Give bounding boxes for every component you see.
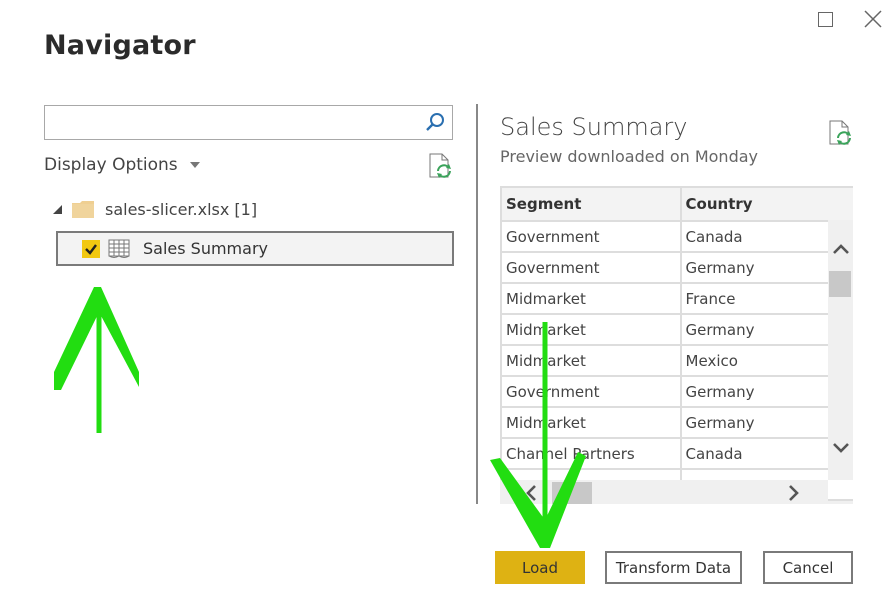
table-row: Government Germany (500, 376, 853, 408)
close-icon (864, 10, 882, 28)
display-options-label: Display Options (44, 155, 178, 175)
sales-summary-item[interactable]: Sales Summary (56, 231, 454, 266)
maximize-button[interactable] (818, 12, 833, 27)
column-header-country[interactable]: Country (680, 186, 853, 222)
horizontal-scrollbar[interactable] (500, 480, 828, 504)
cell-segment[interactable]: Midmarket (500, 345, 682, 377)
search-box (44, 105, 453, 140)
folder-icon (72, 201, 94, 218)
preview-table: Segment Country Government Canada Governme… (500, 186, 853, 504)
cell-segment[interactable]: Channel Partners (500, 438, 682, 470)
tree-root-label[interactable]: sales-slicer.xlsx [1] (105, 200, 257, 219)
column-header-segment[interactable]: Segment (500, 186, 682, 222)
cell-segment[interactable]: Midmarket (500, 314, 682, 346)
chevron-left-icon[interactable] (524, 484, 538, 502)
load-button[interactable]: Load (495, 551, 585, 584)
item-label: Sales Summary (143, 239, 268, 258)
cell-segment[interactable]: Government (500, 221, 682, 253)
refresh-file-icon[interactable] (428, 153, 452, 179)
dialog-title: Navigator (44, 30, 196, 61)
cell-segment[interactable]: Midmarket (500, 283, 682, 315)
table-row: Channel Partners Canada (500, 438, 853, 470)
table-row: Midmarket Germany (500, 407, 853, 439)
checkmark-icon (85, 244, 97, 255)
table-row: Midmarket France (500, 283, 853, 315)
up-arrow-annotation (54, 287, 139, 433)
table-icon (108, 239, 130, 258)
preview-subtitle: Preview downloaded on Monday (500, 147, 758, 166)
table-row: Government Germany (500, 252, 853, 284)
chevron-down-icon[interactable] (831, 441, 851, 455)
table-header-row: Segment Country (500, 186, 853, 222)
close-button[interactable] (862, 8, 884, 30)
display-options-dropdown[interactable]: Display Options (44, 155, 200, 175)
vertical-scrollbar[interactable] (828, 220, 853, 480)
preview-title: Sales Summary (500, 113, 688, 141)
table-row: Midmarket Germany (500, 314, 853, 346)
cell-segment[interactable]: Government (500, 252, 682, 284)
horizontal-scroll-thumb[interactable] (552, 482, 592, 504)
refresh-file-icon[interactable] (828, 120, 852, 146)
search-input[interactable] (51, 106, 425, 138)
vertical-scroll-thumb[interactable] (829, 271, 851, 297)
transform-data-button[interactable]: Transform Data (605, 551, 742, 584)
cancel-button[interactable]: Cancel (763, 551, 853, 584)
tree-expand-icon[interactable] (53, 205, 62, 214)
item-checkbox[interactable] (82, 240, 100, 258)
panel-divider (476, 104, 478, 504)
chevron-up-icon[interactable] (831, 242, 851, 256)
chevron-down-icon (189, 162, 200, 168)
search-icon[interactable] (424, 111, 446, 133)
chevron-right-icon[interactable] (787, 484, 801, 502)
cell-segment[interactable]: Midmarket (500, 407, 682, 439)
table-row: Government Canada (500, 221, 853, 253)
cell-segment[interactable]: Government (500, 376, 682, 408)
table-row: Midmarket Mexico (500, 345, 853, 377)
